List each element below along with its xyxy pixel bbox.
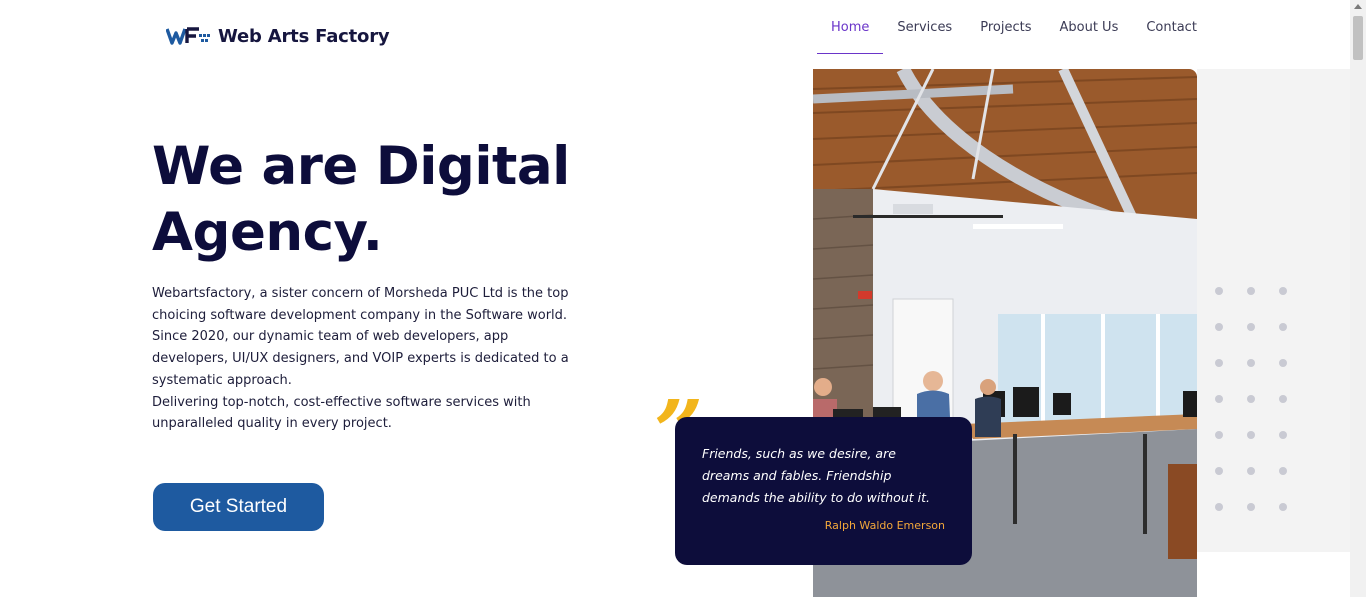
dot	[1215, 503, 1223, 511]
hero-title-line2: Agency.	[152, 202, 383, 263]
hero-title: We are Digital Agency.	[152, 134, 672, 266]
dot	[1279, 323, 1287, 331]
nav-item-home[interactable]: Home	[817, 0, 884, 54]
dot	[1247, 431, 1255, 439]
hero-description-paragraph-1: Webartsfactory, a sister concern of Mors…	[152, 286, 569, 388]
scrollbar-thumb[interactable]	[1353, 16, 1363, 60]
quote-card: Friends, such as we desire, are dreams a…	[675, 417, 972, 565]
dot	[1215, 431, 1223, 439]
dot	[1247, 287, 1255, 295]
dot	[1279, 395, 1287, 403]
main-nav: Home Services Projects About Us Contact	[817, 0, 1211, 54]
vertical-scrollbar[interactable]	[1350, 0, 1366, 597]
dot-grid-decoration	[1215, 287, 1287, 511]
brand-name: Web Arts Factory	[218, 25, 390, 47]
dot	[1279, 287, 1287, 295]
dot	[1279, 467, 1287, 475]
dot	[1247, 359, 1255, 367]
dot	[1247, 503, 1255, 511]
nav-item-about-us[interactable]: About Us	[1045, 0, 1132, 54]
get-started-button[interactable]: Get Started	[153, 483, 324, 531]
dot	[1215, 467, 1223, 475]
nav-item-services[interactable]: Services	[883, 0, 966, 54]
dot	[1215, 287, 1223, 295]
nav-item-projects[interactable]: Projects	[966, 0, 1045, 54]
logo-mark-icon	[166, 27, 210, 45]
dot	[1247, 323, 1255, 331]
site-logo[interactable]: Web Arts Factory	[166, 24, 390, 48]
quote-text: Friends, such as we desire, are dreams a…	[702, 446, 930, 505]
dot	[1215, 359, 1223, 367]
dot	[1247, 467, 1255, 475]
dot	[1215, 395, 1223, 403]
dot	[1279, 503, 1287, 511]
hero-description: Webartsfactory, a sister concern of Mors…	[152, 283, 572, 435]
dot	[1215, 323, 1223, 331]
dot	[1279, 431, 1287, 439]
dot	[1279, 359, 1287, 367]
hero-title-line1: We are Digital	[152, 136, 570, 197]
quote-author: Ralph Waldo Emerson	[824, 519, 945, 532]
hero-description-paragraph-2: Delivering top-notch, cost-effective sof…	[152, 394, 531, 432]
scroll-up-icon[interactable]	[1354, 4, 1362, 9]
dot	[1247, 395, 1255, 403]
nav-item-contact[interactable]: Contact	[1132, 0, 1211, 54]
